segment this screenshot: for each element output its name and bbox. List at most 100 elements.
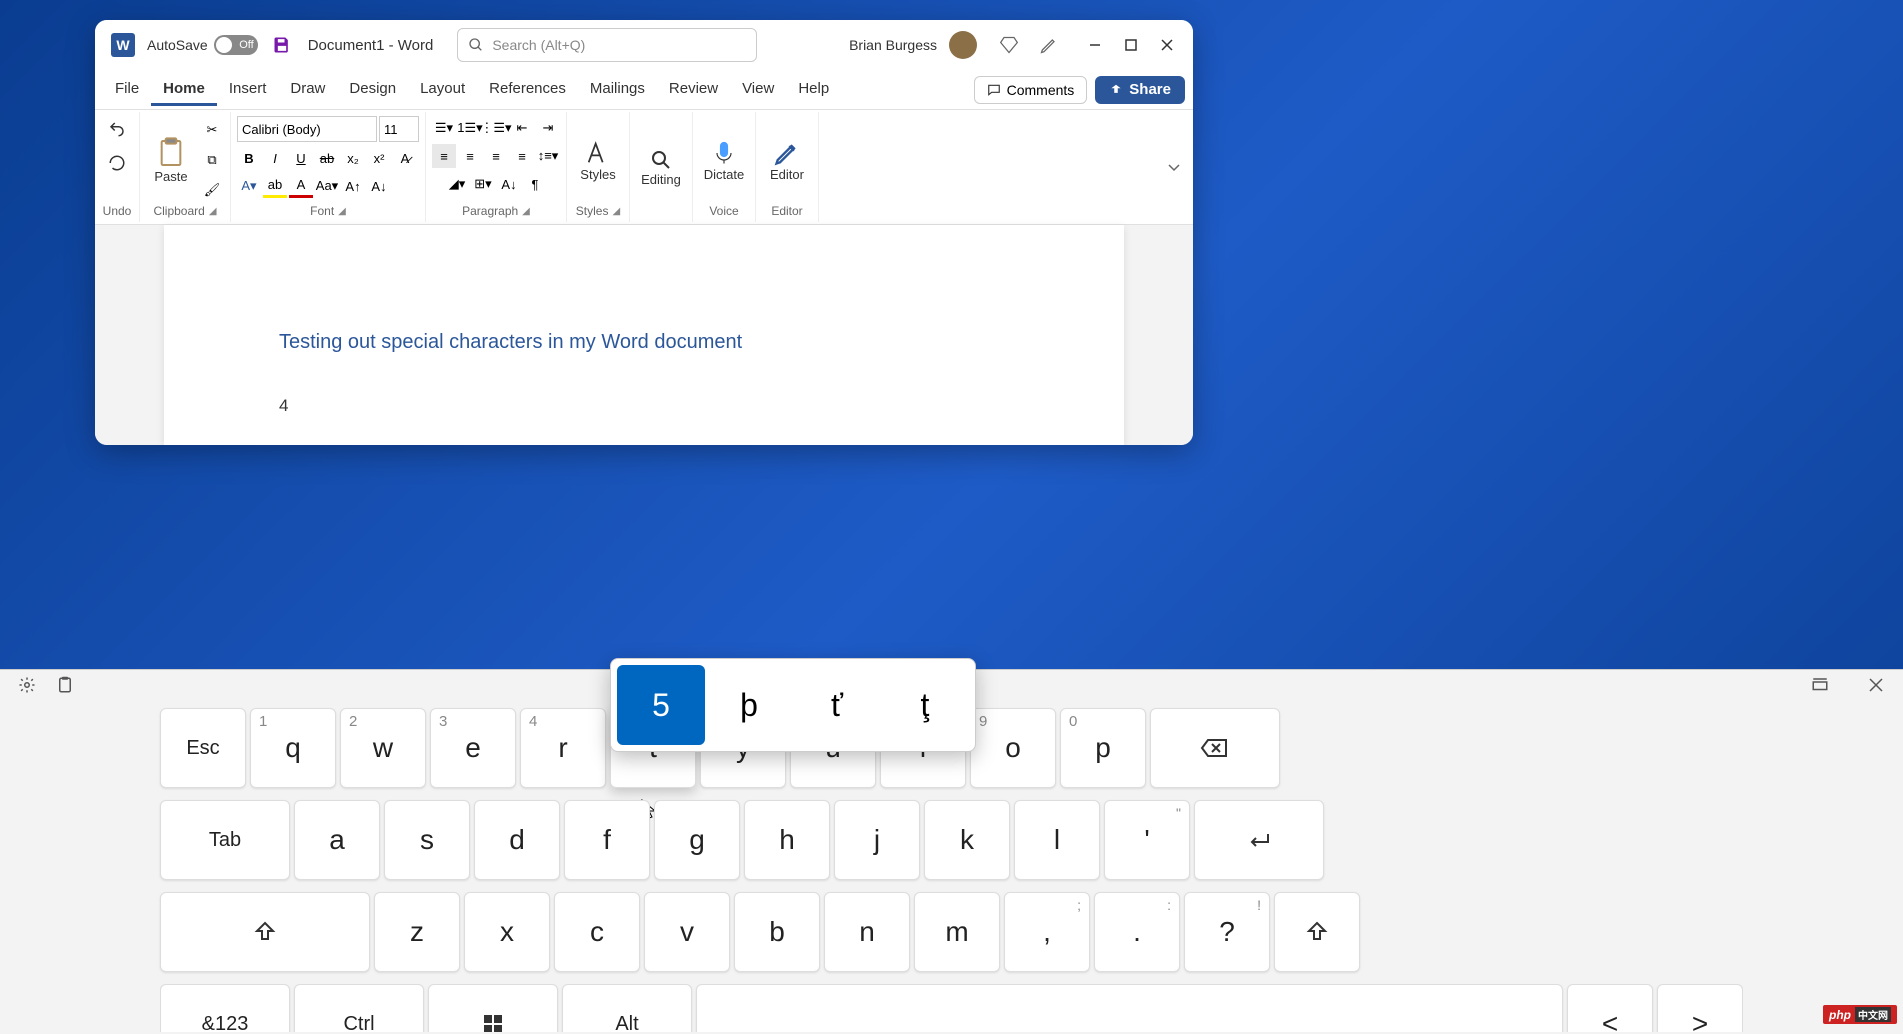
clear-format-button[interactable]: A̷ <box>393 146 417 170</box>
editing-button[interactable]: Editing <box>636 144 686 191</box>
key-arrow-left[interactable]: < <box>1567 984 1653 1032</box>
menu-item-review[interactable]: Review <box>657 74 730 106</box>
increase-indent-button[interactable]: ⇥ <box>536 116 560 140</box>
copy-button[interactable]: ⧉ <box>200 148 224 172</box>
key-alt[interactable]: Alt <box>562 984 692 1032</box>
key-shift-left[interactable] <box>160 892 370 972</box>
paragraph-marks-button[interactable]: ¶ <box>523 172 547 196</box>
format-painter-button[interactable]: 🖌 <box>200 178 224 202</box>
bullets-button[interactable]: ☰▾ <box>432 116 456 140</box>
align-center-button[interactable]: ≡ <box>458 144 482 168</box>
search-box[interactable]: Search (Alt+Q) <box>457 28 757 62</box>
bold-button[interactable]: B <box>237 146 261 170</box>
key-enter[interactable] <box>1194 800 1324 880</box>
key-m[interactable]: m <box>914 892 1000 972</box>
keyboard-settings-icon[interactable] <box>18 676 36 694</box>
menu-item-mailings[interactable]: Mailings <box>578 74 657 106</box>
shading-button[interactable]: ◢▾ <box>445 172 469 196</box>
key-question[interactable]: !? <box>1184 892 1270 972</box>
italic-button[interactable]: I <box>263 146 287 170</box>
key-x[interactable]: x <box>464 892 550 972</box>
key-n[interactable]: n <box>824 892 910 972</box>
collapse-ribbon-button[interactable] <box>1155 160 1193 174</box>
menu-item-view[interactable]: View <box>730 74 786 106</box>
maximize-button[interactable] <box>1113 27 1149 63</box>
key-shift-right[interactable] <box>1274 892 1360 972</box>
key-c[interactable]: c <box>554 892 640 972</box>
key-h[interactable]: h <box>744 800 830 880</box>
numbering-button[interactable]: 1☰▾ <box>458 116 482 140</box>
menu-item-home[interactable]: Home <box>151 74 217 106</box>
key-ctrl[interactable]: Ctrl <box>294 984 424 1032</box>
grow-font-button[interactable]: A↑ <box>341 174 365 198</box>
styles-launcher-icon[interactable]: ◢ <box>612 206 620 217</box>
document-page[interactable]: Testing out special characters in my Wor… <box>164 225 1124 445</box>
paragraph-launcher-icon[interactable]: ◢ <box>522 206 530 217</box>
close-button[interactable] <box>1149 27 1185 63</box>
key-j[interactable]: j <box>834 800 920 880</box>
key-g[interactable]: g <box>654 800 740 880</box>
dictate-button[interactable]: Dictate <box>699 135 749 186</box>
minimize-button[interactable] <box>1077 27 1113 63</box>
font-color-button[interactable]: A <box>289 174 313 198</box>
key-k[interactable]: k <box>924 800 1010 880</box>
superscript-button[interactable]: x² <box>367 146 391 170</box>
key-r[interactable]: 4r <box>520 708 606 788</box>
line-spacing-button[interactable]: ↕≡▾ <box>536 144 560 168</box>
keyboard-close-icon[interactable] <box>1867 676 1885 694</box>
keyboard-dock-icon[interactable] <box>1811 676 1829 694</box>
menu-item-insert[interactable]: Insert <box>217 74 279 106</box>
change-case-button[interactable]: Aa▾ <box>315 174 339 198</box>
borders-button[interactable]: ⊞▾ <box>471 172 495 196</box>
key-o[interactable]: 9o <box>970 708 1056 788</box>
key-arrow-right[interactable]: > <box>1657 984 1743 1032</box>
styles-button[interactable]: Styles <box>573 135 623 186</box>
key-l[interactable]: l <box>1014 800 1100 880</box>
justify-button[interactable]: ≡ <box>510 144 534 168</box>
popup-item-3[interactable]: ţ <box>881 665 969 745</box>
key-123[interactable]: &123 <box>160 984 290 1032</box>
key-comma[interactable]: ;, <box>1004 892 1090 972</box>
key-p[interactable]: 0p <box>1060 708 1146 788</box>
strikethrough-button[interactable]: ab <box>315 146 339 170</box>
comments-button[interactable]: Comments <box>974 76 1088 104</box>
underline-button[interactable]: U <box>289 146 313 170</box>
key-d[interactable]: d <box>474 800 560 880</box>
key-q[interactable]: 1q <box>250 708 336 788</box>
decrease-indent-button[interactable]: ⇤ <box>510 116 534 140</box>
key-z[interactable]: z <box>374 892 460 972</box>
key-space[interactable] <box>696 984 1563 1032</box>
popup-item-2[interactable]: ť <box>793 665 881 745</box>
key-a[interactable]: a <box>294 800 380 880</box>
popup-item-1[interactable]: þ <box>705 665 793 745</box>
shrink-font-button[interactable]: A↓ <box>367 174 391 198</box>
menu-item-references[interactable]: References <box>477 74 578 106</box>
diamond-icon[interactable] <box>999 35 1019 55</box>
key-s[interactable]: s <box>384 800 470 880</box>
multilevel-button[interactable]: ⋮☰▾ <box>484 116 508 140</box>
font-size-select[interactable] <box>379 116 419 142</box>
paste-button[interactable]: Paste <box>146 133 196 188</box>
font-launcher-icon[interactable]: ◢ <box>338 206 346 217</box>
text-effects-button[interactable]: A▾ <box>237 174 261 198</box>
key-v[interactable]: v <box>644 892 730 972</box>
redo-button[interactable] <box>103 150 131 176</box>
key-b[interactable]: b <box>734 892 820 972</box>
key-f[interactable]: f <box>564 800 650 880</box>
key-w[interactable]: 2w <box>340 708 426 788</box>
cut-button[interactable]: ✂ <box>200 118 224 142</box>
key-e[interactable]: 3e <box>430 708 516 788</box>
menu-item-help[interactable]: Help <box>786 74 841 106</box>
menu-item-draw[interactable]: Draw <box>278 74 337 106</box>
keyboard-clipboard-icon[interactable] <box>56 676 74 694</box>
key-windows[interactable] <box>428 984 558 1032</box>
align-left-button[interactable]: ≡ <box>432 144 456 168</box>
key-apostrophe[interactable]: "' <box>1104 800 1190 880</box>
save-icon[interactable] <box>272 35 292 55</box>
editor-button[interactable]: Editor <box>762 135 812 186</box>
menu-item-design[interactable]: Design <box>337 74 408 106</box>
sort-button[interactable]: A↓ <box>497 172 521 196</box>
popup-item-0[interactable]: 5 <box>617 665 705 745</box>
highlight-button[interactable]: ab <box>263 174 287 198</box>
avatar[interactable] <box>949 31 977 59</box>
